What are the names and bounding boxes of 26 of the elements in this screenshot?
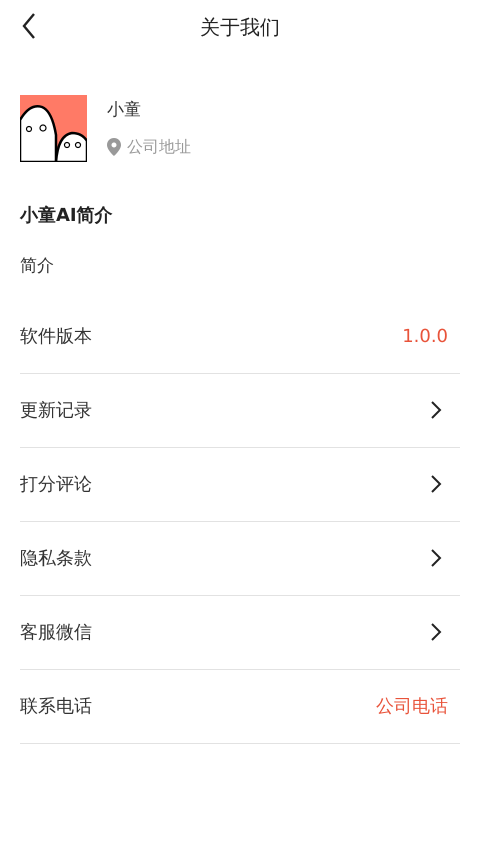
location-pin-icon [107,138,121,156]
settings-row[interactable]: 隐私条款 [20,522,460,596]
row-label: 软件版本 [20,324,92,348]
row-label: 更新记录 [20,398,92,422]
back-icon [22,12,36,40]
app-logo [20,95,87,162]
row-label: 客服微信 [20,620,92,644]
row-label: 联系电话 [20,694,92,718]
chevron-right-icon [430,622,442,642]
chevron-right-icon [430,400,442,420]
row-label: 隐私条款 [20,546,92,570]
row-value: 公司电话 [376,694,449,718]
row-label: 打分评论 [20,472,92,496]
row-value: 1.0.0 [402,324,449,348]
chevron-right-icon [430,474,442,494]
settings-row[interactable]: 更新记录 [20,374,460,448]
settings-row[interactable]: 软件版本 1.0.0 [20,300,460,374]
company-address: 公司地址 [127,136,191,158]
chevron-right-icon [430,548,442,568]
settings-row[interactable]: 客服微信 [20,596,460,670]
page-title: 关于我们 [200,14,280,41]
section-title: 小童AI简介 [20,204,114,228]
company-name: 小童 [107,98,142,122]
intro-text: 简介 [20,255,55,278]
settings-row[interactable]: 联系电话 公司电话 [20,670,460,744]
settings-row[interactable]: 打分评论 [20,448,460,522]
